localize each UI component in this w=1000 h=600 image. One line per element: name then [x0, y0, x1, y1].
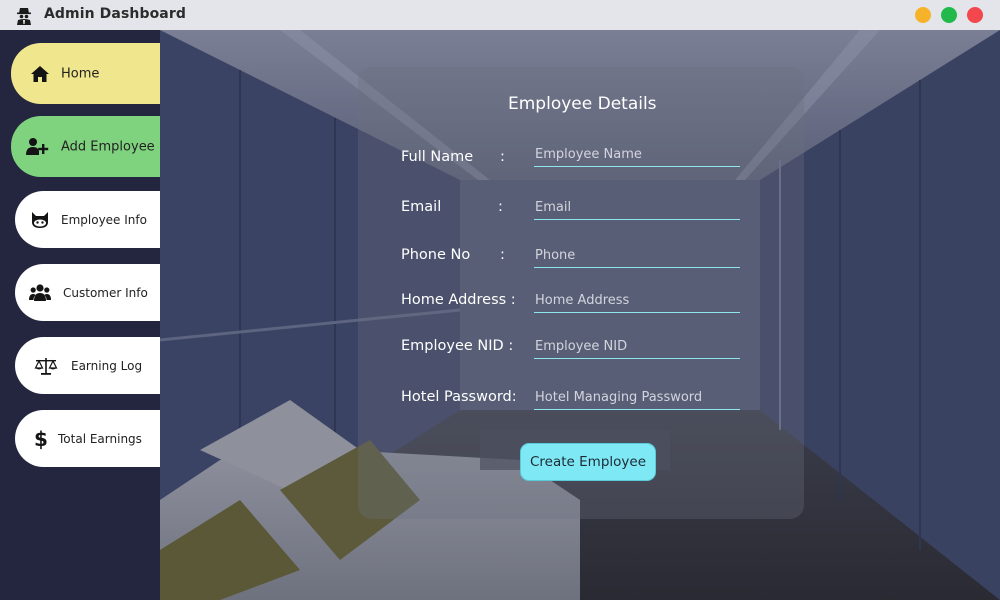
close-button[interactable] — [967, 7, 983, 23]
create-employee-button[interactable]: Create Employee — [520, 443, 656, 481]
phone-input[interactable] — [534, 244, 740, 268]
sidebar-item-label: Earning Log — [71, 358, 143, 373]
sidebar-item-label: Employee Info — [61, 212, 147, 227]
sidebar-item-label: Customer Info — [63, 285, 148, 300]
cat-icon — [32, 211, 48, 228]
maximize-button[interactable] — [941, 7, 957, 23]
sidebar-item-customer-info[interactable]: Customer Info — [15, 264, 160, 321]
phone-label: Phone No — [401, 247, 471, 263]
employee-nid-label: Employee NID : — [401, 338, 514, 354]
sidebar-item-label: Home — [61, 66, 100, 81]
home-icon — [31, 65, 49, 82]
title-bar: Admin Dashboard — [0, 0, 1000, 30]
email-input[interactable] — [534, 196, 740, 220]
employee-nid-input[interactable] — [534, 335, 740, 359]
home-address-label: Home Address : — [401, 292, 516, 308]
dollar-icon: $ — [34, 426, 48, 451]
home-address-input[interactable] — [534, 289, 740, 313]
sidebar-item-home[interactable]: Home — [11, 43, 160, 104]
sidebar-item-earning-log[interactable]: Earning Log — [15, 337, 160, 394]
add-user-icon — [26, 137, 49, 155]
full-name-colon: : — [500, 149, 505, 165]
balance-scale-icon — [34, 357, 58, 375]
sidebar-item-label: Total Earnings — [58, 431, 142, 446]
users-icon — [29, 283, 51, 301]
hotel-password-input[interactable] — [534, 386, 740, 410]
sidebar-item-total-earnings[interactable]: $ Total Earnings — [15, 410, 160, 467]
employee-name-input[interactable] — [534, 143, 740, 167]
window-title: Admin Dashboard — [44, 6, 186, 22]
form-title: Employee Details — [508, 94, 657, 114]
email-colon: : — [498, 199, 503, 215]
full-name-label: Full Name — [401, 149, 474, 165]
phone-colon: : — [500, 247, 505, 263]
sidebar-item-add-employee[interactable]: Add Employee — [11, 116, 160, 177]
sidebar-item-employee-info[interactable]: Employee Info — [15, 191, 160, 248]
sidebar: Home Add Employee Employee Info Customer… — [0, 30, 160, 600]
email-label: Email — [401, 199, 442, 215]
minimize-button[interactable] — [915, 7, 931, 23]
spy-icon — [17, 8, 31, 25]
main-panel: Employee Details Full Name : Email : Pho… — [160, 30, 1000, 600]
sidebar-item-label: Add Employee — [61, 139, 155, 154]
hotel-password-label: Hotel Password: — [401, 389, 517, 405]
